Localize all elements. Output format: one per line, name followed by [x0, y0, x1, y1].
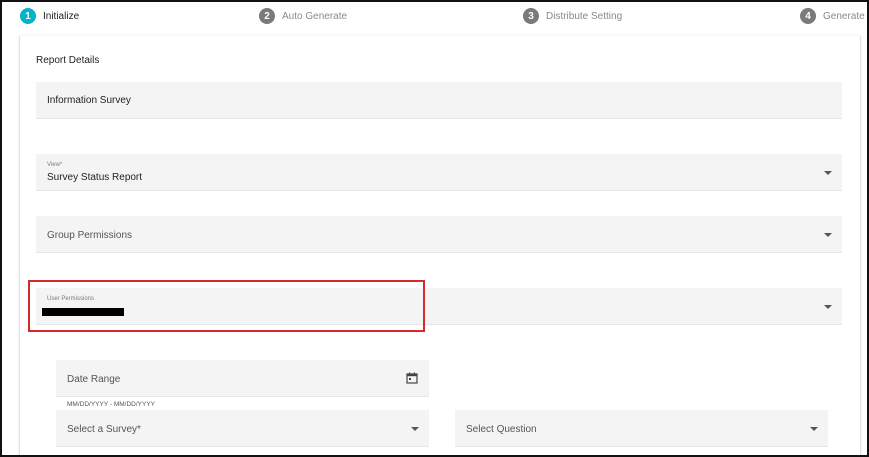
section-title: Report Details	[36, 55, 100, 66]
step-number: 1	[20, 8, 36, 24]
window-frame: 1 Initialize 2 Auto Generate 3 Distribut…	[0, 0, 869, 457]
report-name-value: Information Survey	[47, 95, 131, 106]
step-auto-generate[interactable]: 2 Auto Generate	[259, 8, 347, 24]
select-question-placeholder: Select Question	[466, 424, 537, 435]
step-label: Generate	[823, 10, 865, 22]
step-number: 3	[523, 8, 539, 24]
view-value: Survey Status Report	[47, 172, 143, 183]
view-label: View*	[47, 162, 63, 168]
step-number: 4	[800, 8, 816, 24]
step-label: Distribute Setting	[546, 10, 623, 22]
chevron-down-icon	[411, 427, 419, 431]
group-permissions-placeholder: Group Permissions	[47, 230, 133, 241]
highlight-box	[28, 280, 425, 332]
group-permissions-select[interactable]: Group Permissions	[36, 216, 842, 253]
date-range-placeholder: Date Range	[67, 374, 121, 385]
step-label: Initialize	[43, 10, 80, 22]
date-range-input[interactable]: Date Range	[56, 360, 429, 397]
chevron-down-icon	[824, 305, 832, 309]
chevron-down-icon	[824, 233, 832, 237]
step-label: Auto Generate	[282, 10, 348, 22]
stepper: 1 Initialize 2 Auto Generate 3 Distribut…	[2, 2, 867, 32]
select-survey-dropdown[interactable]: Select a Survey*	[56, 410, 429, 447]
step-distribute-setting[interactable]: 3 Distribute Setting	[523, 8, 622, 24]
view-select[interactable]: View* Survey Status Report	[36, 154, 842, 191]
step-generate[interactable]: 4 Generate	[800, 8, 865, 24]
step-number: 2	[259, 8, 275, 24]
select-survey-placeholder: Select a Survey*	[67, 424, 141, 435]
date-range-hint: MM/DD/YYYY - MM/DD/YYYY	[67, 401, 156, 408]
select-question-dropdown[interactable]: Select Question	[455, 410, 828, 447]
chevron-down-icon	[810, 427, 818, 431]
chevron-down-icon	[824, 171, 832, 175]
report-name-field[interactable]: Information Survey	[36, 82, 842, 119]
step-initialize[interactable]: 1 Initialize	[20, 8, 79, 24]
calendar-icon[interactable]	[406, 372, 418, 384]
